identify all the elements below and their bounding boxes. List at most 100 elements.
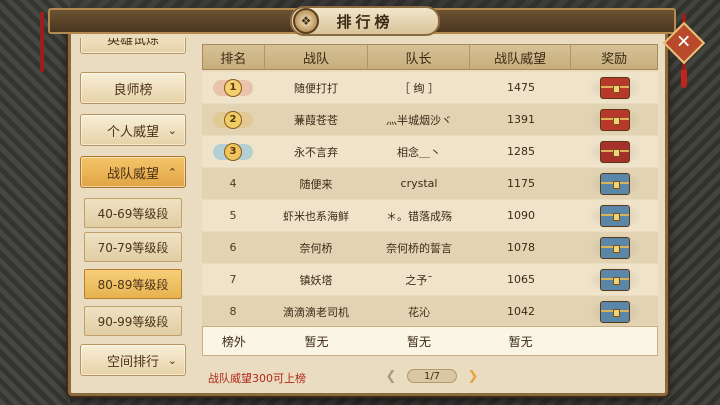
header-reward: 奖励 (601, 51, 628, 67)
captain-name: ＊。错落成殇 (386, 209, 452, 223)
sidebar-item-personal-prestige[interactable]: 个人威望 ⌄ (80, 114, 186, 146)
red-chest-icon[interactable] (600, 76, 630, 99)
team-name: 虾米也系海鲜 (283, 209, 349, 223)
rank-number: 6 (229, 241, 237, 254)
level-tab-label: 80-89等级段 (97, 277, 169, 292)
ranking-table: 排名 战队 队长 战队威望 奖励 1 随便打打 ［ 绚 ］ 1475 2 蒹葭苍… (202, 44, 658, 358)
pagination: ❮ 1/7 ❯ (384, 367, 480, 385)
close-icon: ✕ (676, 32, 692, 53)
own-captain: 暂无 (407, 334, 432, 349)
prestige-value: 1391 (507, 113, 535, 126)
page-indicator: 1/7 (407, 369, 457, 383)
reward-cell (572, 264, 658, 295)
sidebar-item-label: 空间排行 (106, 354, 159, 370)
captain-name: 之予ˉ (405, 273, 433, 287)
level-tab-70-79[interactable]: 70-79等级段 (84, 232, 182, 262)
team-name: 永不言弃 (294, 145, 338, 159)
header-team: 战队 (265, 45, 369, 69)
red-chest-icon[interactable] (600, 108, 630, 131)
blue-chest-icon[interactable] (600, 268, 630, 291)
own-team-row: 榜外 暂无 暂无 暂无 (202, 326, 658, 356)
trophy-emblem-icon: ❖ (293, 8, 319, 34)
chevron-up-icon: ⌃ (167, 165, 177, 179)
chevron-right-icon[interactable]: ❯ (466, 369, 480, 384)
team-name: 随便来 (299, 177, 333, 191)
rank-number: 7 (229, 273, 237, 286)
table-header: 排名 战队 队长 战队威望 奖励 (202, 44, 658, 70)
sidebar-item-label: 英雄试炼 (106, 38, 159, 48)
level-tab-80-89[interactable]: 80-89等级段 (84, 269, 182, 299)
table-row[interactable]: 5 虾米也系海鲜 ＊。错落成殇 1090 (202, 200, 658, 231)
table-row[interactable]: 7 镇妖塔 之予ˉ 1065 (202, 264, 658, 295)
table-row[interactable]: 6 奈何桥 奈何桥的誓言 1078 (202, 232, 658, 263)
level-tab-40-69[interactable]: 40-69等级段 (84, 198, 182, 228)
reward-cell (572, 168, 658, 199)
sidebar-item-space-ranking[interactable]: 空间排行 ⌄ (80, 344, 186, 376)
chevron-left-icon[interactable]: ❮ (384, 369, 398, 384)
table-row[interactable]: 4 随便来 crystal 1175 (202, 168, 658, 199)
header-prestige: 战队威望 (470, 45, 572, 69)
rank-number: 5 (229, 209, 237, 222)
team-name: 蒹葭苍苍 (294, 113, 338, 127)
red-chest-icon[interactable] (600, 140, 630, 163)
blue-medal-icon: 3 (213, 140, 253, 164)
rank-cell: 8 (202, 296, 264, 327)
chevron-down-icon: ⌄ (167, 123, 177, 137)
reward-cell (572, 232, 658, 263)
prestige-value: 1042 (507, 305, 535, 318)
team-name: 随便打打 (294, 81, 338, 95)
reward-cell (572, 136, 658, 167)
header-rank: 排名 (203, 45, 265, 69)
rank-cell: 2 (202, 104, 264, 135)
level-tab-label: 90-99等级段 (97, 314, 169, 329)
own-reward (571, 327, 657, 355)
level-tab-90-99[interactable]: 90-99等级段 (84, 306, 182, 336)
blue-chest-icon[interactable] (600, 172, 630, 195)
level-tab-label: 40-69等级段 (97, 206, 169, 221)
table-row[interactable]: 8 滴滴滴老司机 花沁 1042 (202, 296, 658, 327)
team-name: 奈何桥 (299, 241, 333, 255)
rank-number: 4 (229, 177, 237, 190)
captain-name: 花沁 (408, 305, 430, 319)
rank-cell: 3 (202, 136, 264, 167)
blue-chest-icon[interactable] (600, 236, 630, 259)
own-rank: 榜外 (221, 334, 246, 349)
chevron-down-icon: ⌄ (167, 353, 177, 367)
sidebar-item-team-prestige[interactable]: 战队威望 ⌃ (80, 156, 186, 188)
own-team: 暂无 (304, 334, 329, 349)
captain-name: 奈何桥的誓言 (386, 241, 452, 255)
red-pillar (40, 12, 44, 72)
rank-cell: 1 (202, 72, 264, 103)
rank-cell: 4 (202, 168, 264, 199)
blue-chest-icon[interactable] (600, 300, 630, 323)
rank-cell: 7 (202, 264, 264, 295)
table-row[interactable]: 1 随便打打 ［ 绚 ］ 1475 (202, 72, 658, 103)
gold-medal-icon: 2 (213, 108, 253, 132)
table-row[interactable]: 3 永不言弃 相念＿丶 1285 (202, 136, 658, 167)
reward-cell (572, 296, 658, 327)
team-name: 镇妖塔 (299, 273, 333, 287)
sidebar-item-mentor-board[interactable]: 良师榜 (80, 72, 186, 104)
reward-cell (572, 200, 658, 231)
requirement-hint: 战队威望300可上榜 (208, 372, 306, 385)
header-captain: 队长 (368, 45, 470, 69)
prestige-value: 1285 (507, 145, 535, 158)
own-prestige: 暂无 (508, 334, 533, 349)
captain-name: ［ 绚 ］ (399, 81, 439, 95)
sidebar-item-label: 良师榜 (113, 82, 153, 98)
captain-name: 相念＿丶 (397, 145, 441, 159)
blue-chest-icon[interactable] (600, 204, 630, 227)
sidebar-item-label: 个人威望 (106, 124, 159, 140)
reward-cell (572, 72, 658, 103)
sidebar-item-hero-trial[interactable]: 英雄试炼 (80, 38, 186, 54)
sidebar-item-label: 战队威望 (106, 166, 159, 182)
rank-cell: 5 (202, 200, 264, 231)
page-title: 排行榜 (336, 12, 394, 31)
captain-name: crystal (400, 177, 438, 190)
captain-name: 灬半城烟沙ヾ (386, 113, 452, 127)
prestige-value: 1475 (507, 81, 535, 94)
prestige-value: 1090 (507, 209, 535, 222)
prestige-value: 1078 (507, 241, 535, 254)
background-roof-left (0, 0, 70, 405)
table-row[interactable]: 2 蒹葭苍苍 灬半城烟沙ヾ 1391 (202, 104, 658, 135)
